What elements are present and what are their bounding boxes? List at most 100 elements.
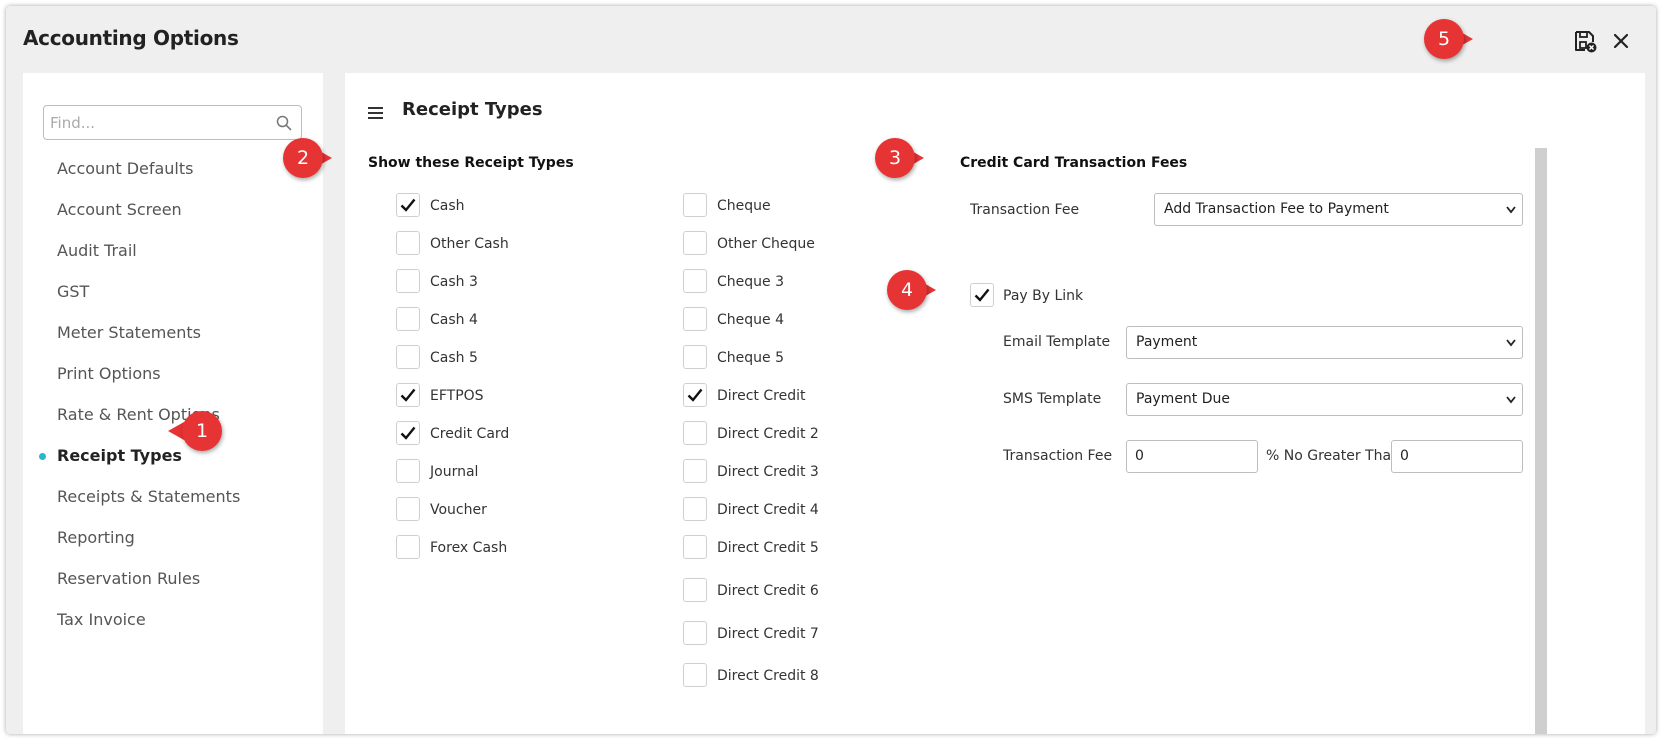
sms-template-select[interactable]: Payment Due xyxy=(1126,383,1523,416)
pay-by-link-label: Pay By Link xyxy=(1003,288,1084,304)
receipt-type-checkbox[interactable] xyxy=(683,307,707,331)
sidebar-item-account-defaults[interactable]: Account Defaults xyxy=(23,151,323,192)
sidebar-item-gst[interactable]: GST xyxy=(23,274,323,315)
receipt-type-label: Direct Credit 8 xyxy=(717,668,819,684)
receipt-type-checkbox[interactable] xyxy=(683,421,707,445)
receipt-type-checkbox[interactable] xyxy=(683,269,707,293)
receipt-type-label: Cheque 3 xyxy=(717,274,784,290)
callout-marker-3: 3 xyxy=(875,138,927,178)
sidebar-item-label: Receipts & Statements xyxy=(57,487,241,506)
receipt-type-label: Cash 5 xyxy=(430,350,478,366)
sidebar-item-label: Reporting xyxy=(57,528,135,547)
receipt-type-checkbox[interactable] xyxy=(396,421,420,445)
receipt-type-checkbox[interactable] xyxy=(683,231,707,255)
close-button[interactable] xyxy=(1608,28,1634,54)
callout-badge: 2 xyxy=(283,138,323,178)
sms-template-label: SMS Template xyxy=(1003,391,1102,407)
sidebar-item-label: Account Screen xyxy=(57,200,182,219)
active-indicator-dot xyxy=(39,453,46,460)
receipt-type-label: Direct Credit 7 xyxy=(717,626,819,642)
sidebar-item-label: Print Options xyxy=(57,364,161,383)
transaction-fee-select[interactable]: Add Transaction Fee to Payment xyxy=(1154,193,1523,226)
chevron-down-icon xyxy=(1506,206,1516,214)
no-greater-than-label: % No Greater Than xyxy=(1266,448,1400,464)
receipt-type-checkbox[interactable] xyxy=(396,269,420,293)
window-title: Accounting Options xyxy=(23,26,239,50)
receipt-type-checkbox[interactable] xyxy=(396,459,420,483)
receipt-type-checkbox[interactable] xyxy=(683,383,707,407)
pay-by-link-transaction-fee-label: Transaction Fee xyxy=(1003,448,1113,464)
receipt-type-checkbox[interactable] xyxy=(683,663,707,687)
receipt-type-checkbox[interactable] xyxy=(683,459,707,483)
sidebar-item-account-screen[interactable]: Account Screen xyxy=(23,192,323,233)
receipt-type-label: Forex Cash xyxy=(430,540,508,556)
sidebar-item-meter-statements[interactable]: Meter Statements xyxy=(23,315,323,356)
email-template-select[interactable]: Payment xyxy=(1126,326,1523,359)
receipt-type-label: Direct Credit 3 xyxy=(717,464,819,480)
sidebar-item-audit-trail[interactable]: Audit Trail xyxy=(23,233,323,274)
receipt-type-label: Cash 3 xyxy=(430,274,478,290)
receipt-type-checkbox[interactable] xyxy=(396,535,420,559)
receipt-type-checkbox[interactable] xyxy=(683,578,707,602)
receipt-type-label: Direct Credit 2 xyxy=(717,426,819,442)
close-icon xyxy=(1613,33,1629,49)
search-icon[interactable] xyxy=(276,115,292,131)
receipt-type-checkbox[interactable] xyxy=(683,621,707,645)
receipt-type-label: Voucher xyxy=(430,502,487,518)
receipt-type-label: Direct Credit xyxy=(717,388,806,404)
credit-card-fees-heading: Credit Card Transaction Fees xyxy=(960,155,1188,171)
checkmark-icon xyxy=(400,388,416,402)
receipt-type-label: Cash xyxy=(430,198,465,214)
sidebar-item-reservation-rules[interactable]: Reservation Rules xyxy=(23,561,323,602)
sidebar: Account Defaults Account Screen Audit Tr… xyxy=(23,73,323,734)
search-input[interactable] xyxy=(50,106,270,139)
callout-badge: 3 xyxy=(875,138,915,178)
receipt-type-label: Other Cheque xyxy=(717,236,815,252)
receipt-types-heading: Show these Receipt Types xyxy=(368,155,574,171)
callout-marker-4: 4 xyxy=(887,270,939,310)
callout-marker-2: 2 xyxy=(283,138,335,178)
receipt-type-label: Cheque xyxy=(717,198,771,214)
no-greater-than-input[interactable]: 0 xyxy=(1391,440,1523,473)
callout-badge: 4 xyxy=(887,270,927,310)
sms-template-select-value: Payment Due xyxy=(1136,391,1231,407)
receipt-type-label: Direct Credit 5 xyxy=(717,540,819,556)
receipt-type-label: Cash 4 xyxy=(430,312,478,328)
receipt-type-checkbox[interactable] xyxy=(396,497,420,521)
receipt-type-label: Journal xyxy=(430,464,479,480)
sidebar-item-print-options[interactable]: Print Options xyxy=(23,356,323,397)
sidebar-item-reporting[interactable]: Reporting xyxy=(23,520,323,561)
sidebar-item-label: Reservation Rules xyxy=(57,569,201,588)
checkmark-icon xyxy=(687,388,703,402)
sidebar-item-label: Account Defaults xyxy=(57,159,194,178)
callout-badge: 1 xyxy=(182,411,222,451)
hamburger-menu-icon[interactable] xyxy=(367,105,385,121)
pay-by-link-checkbox[interactable] xyxy=(970,283,994,307)
receipt-type-checkbox[interactable] xyxy=(683,345,707,369)
chevron-down-icon xyxy=(1506,339,1516,347)
receipt-type-checkbox[interactable] xyxy=(683,535,707,559)
receipt-type-label: Direct Credit 6 xyxy=(717,583,819,599)
save-button[interactable] xyxy=(1572,28,1598,54)
main-panel: Receipt Types Show these Receipt Types C… xyxy=(345,73,1645,734)
receipt-type-checkbox[interactable] xyxy=(396,383,420,407)
sidebar-item-label: Receipt Types xyxy=(57,446,182,465)
checkmark-icon xyxy=(974,288,990,302)
receipt-type-checkbox[interactable] xyxy=(396,193,420,217)
sidebar-item-tax-invoice[interactable]: Tax Invoice xyxy=(23,602,323,643)
receipt-type-label: Direct Credit 4 xyxy=(717,502,819,518)
callout-badge: 5 xyxy=(1424,19,1464,59)
sidebar-item-receipt-types[interactable]: Receipt Types xyxy=(23,438,323,479)
receipt-type-checkbox[interactable] xyxy=(683,193,707,217)
sidebar-item-label: Tax Invoice xyxy=(57,610,146,629)
receipt-type-checkbox[interactable] xyxy=(396,307,420,331)
receipt-type-label: Cheque 5 xyxy=(717,350,784,366)
search-box xyxy=(43,105,302,140)
scrollbar[interactable] xyxy=(1535,148,1547,734)
checkmark-icon xyxy=(400,426,416,440)
receipt-type-checkbox[interactable] xyxy=(396,345,420,369)
transaction-fee-percent-input[interactable]: 0 xyxy=(1126,440,1258,473)
receipt-type-checkbox[interactable] xyxy=(683,497,707,521)
receipt-type-checkbox[interactable] xyxy=(396,231,420,255)
sidebar-item-receipts-statements[interactable]: Receipts & Statements xyxy=(23,479,323,520)
